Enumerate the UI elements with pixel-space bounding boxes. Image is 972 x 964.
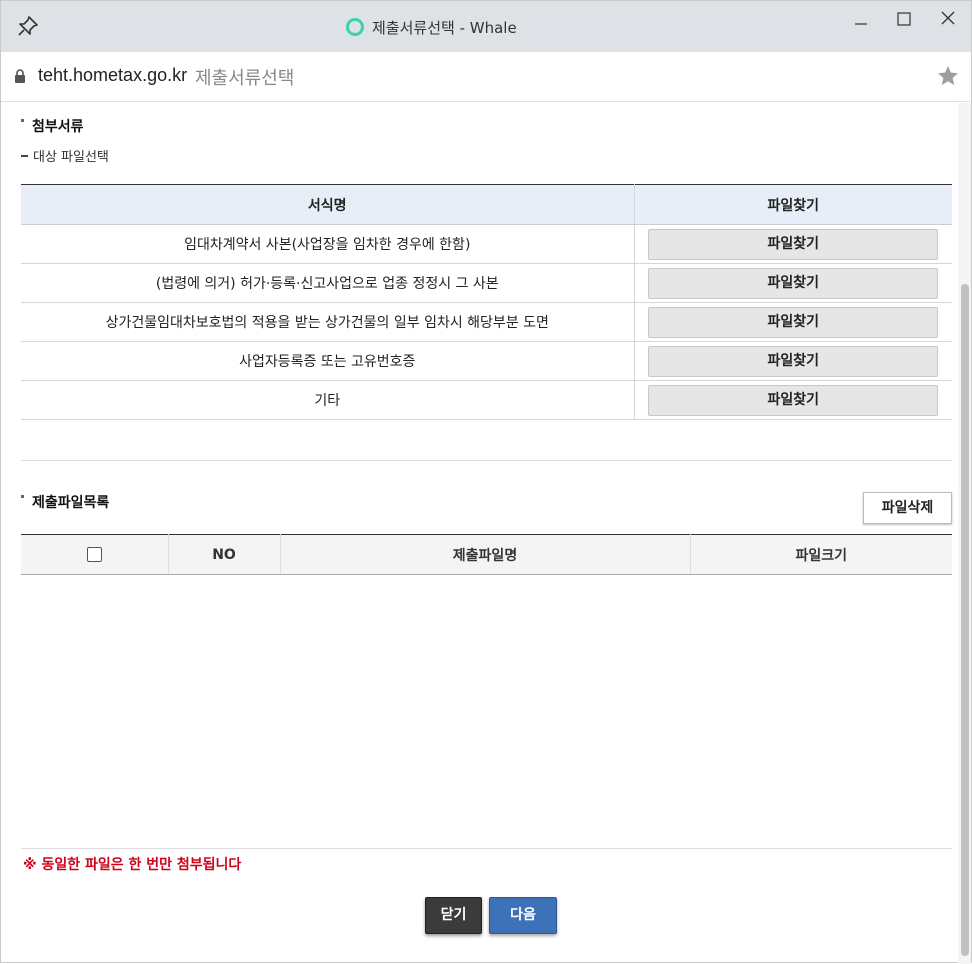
bullet-icon bbox=[21, 495, 24, 498]
form-name: 상가건물임대차보호법의 적용을 받는 상가건물의 일부 임차시 해당부분 도면 bbox=[21, 302, 635, 342]
window-title: 제출서류선택 - Whale bbox=[346, 16, 517, 38]
window-title-text: 제출서류선택 - Whale bbox=[372, 18, 517, 37]
close-button[interactable]: 닫기 bbox=[425, 897, 482, 934]
table-row: (법령에 의거) 허가·등록·신고사업으로 업종 정정시 그 사본 파일찾기 bbox=[21, 263, 952, 303]
table-row: 상가건물임대차보호법의 적용을 받는 상가건물의 일부 임차시 해당부분 도면 … bbox=[21, 302, 952, 342]
notice-divider bbox=[21, 848, 952, 849]
page-content: 첨부서류 대상 파일선택 서식명 파일찾기 임대차계약서 사본(사업장을 임차한… bbox=[1, 103, 958, 964]
url-page-title: 제출서류선택 bbox=[195, 68, 295, 89]
next-button[interactable]: 다음 bbox=[489, 897, 557, 934]
col-header-file-name: 제출파일명 bbox=[280, 534, 691, 575]
bookmark-star-icon[interactable] bbox=[936, 64, 960, 88]
pin-icon[interactable] bbox=[17, 15, 39, 37]
title-bar[interactable]: 제출서류선택 - Whale bbox=[1, 1, 971, 52]
document-table: 서식명 파일찾기 임대차계약서 사본(사업장을 임차한 경우에 한함) 파일찾기… bbox=[21, 184, 952, 420]
lock-icon bbox=[15, 69, 25, 83]
section-divider bbox=[21, 460, 952, 461]
form-name: 사업자등록증 또는 고유번호증 bbox=[21, 341, 635, 381]
minimize-icon[interactable] bbox=[850, 9, 872, 31]
address-bar[interactable]: teht.hometax.go.kr 제출서류선택 bbox=[1, 52, 971, 102]
file-section-title: 제출파일목록 bbox=[21, 492, 109, 512]
form-name: 기타 bbox=[21, 380, 635, 420]
browser-window: 제출서류선택 - Whale teht.hometax.go.kr 제출서류선택… bbox=[0, 0, 972, 964]
file-table-header: NO 제출파일명 파일크기 bbox=[21, 534, 952, 575]
col-header-find-file: 파일찾기 bbox=[634, 184, 952, 225]
submitted-file-table: NO 제출파일명 파일크기 bbox=[21, 534, 952, 575]
find-file-button[interactable]: 파일찾기 bbox=[648, 384, 939, 416]
document-table-header: 서식명 파일찾기 bbox=[21, 184, 952, 225]
url-text[interactable]: teht.hometax.go.kr bbox=[38, 65, 187, 86]
find-file-button[interactable]: 파일찾기 bbox=[648, 228, 939, 260]
dash-icon bbox=[21, 155, 28, 157]
find-file-button[interactable]: 파일찾기 bbox=[648, 345, 939, 377]
attach-section-title: 첨부서류 bbox=[21, 116, 84, 136]
close-window-icon[interactable] bbox=[937, 9, 959, 31]
delete-file-button[interactable]: 파일삭제 bbox=[863, 492, 952, 524]
whale-logo-icon bbox=[346, 18, 364, 36]
table-row: 임대차계약서 사본(사업장을 임차한 경우에 한함) 파일찾기 bbox=[21, 224, 952, 264]
col-header-no: NO bbox=[168, 534, 281, 575]
find-file-button[interactable]: 파일찾기 bbox=[648, 267, 939, 299]
attach-subtitle: 대상 파일선택 bbox=[21, 146, 109, 165]
bullet-icon bbox=[21, 119, 24, 122]
form-name: 임대차계약서 사본(사업장을 임차한 경우에 한함) bbox=[21, 224, 635, 264]
find-file-button[interactable]: 파일찾기 bbox=[648, 306, 939, 338]
col-header-file-size: 파일크기 bbox=[690, 534, 952, 575]
maximize-icon[interactable] bbox=[893, 9, 915, 31]
col-header-form-name: 서식명 bbox=[21, 184, 635, 225]
table-row: 기타 파일찾기 bbox=[21, 380, 952, 420]
form-name: (법령에 의거) 허가·등록·신고사업으로 업종 정정시 그 사본 bbox=[21, 263, 635, 303]
scrollbar-thumb[interactable] bbox=[961, 284, 969, 956]
select-all-checkbox[interactable] bbox=[86, 547, 102, 562]
table-row: 사업자등록증 또는 고유번호증 파일찾기 bbox=[21, 341, 952, 381]
duplicate-file-notice: ※ 동일한 파일은 한 번만 첨부됩니다 bbox=[23, 857, 242, 873]
